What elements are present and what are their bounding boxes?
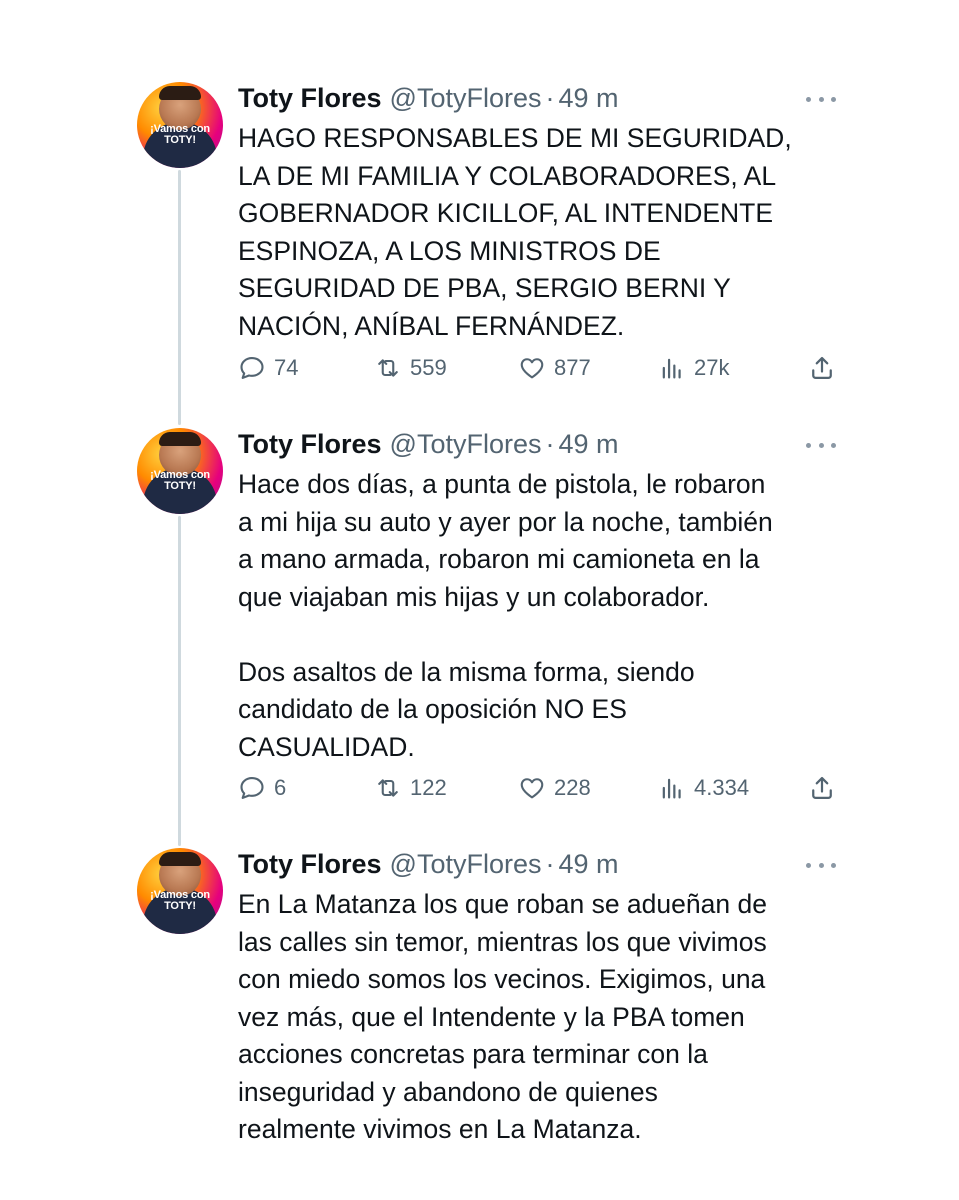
retweet-button[interactable]: 122 <box>374 772 447 804</box>
avatar-slogan: ¡Vamos con TOTY! <box>150 469 210 492</box>
author-name[interactable]: Toty Flores <box>238 848 382 880</box>
reply-count: 74 <box>274 355 299 380</box>
tweet-text: En La Matanza los que roban se adueñan d… <box>238 889 767 1144</box>
like-count: 877 <box>554 355 591 380</box>
reply-button[interactable]: 6 <box>238 772 286 804</box>
separator-dot: · <box>545 83 555 113</box>
avatar[interactable]: ¡Vamos con TOTY! <box>137 848 223 934</box>
author-handle[interactable]: @TotyFlores <box>390 428 542 460</box>
views-button[interactable]: 27k <box>658 352 729 384</box>
reply-icon <box>240 777 264 799</box>
share-button[interactable] <box>808 352 844 384</box>
author-name[interactable]: Toty Flores <box>238 428 382 460</box>
separator-dot: · <box>545 849 555 879</box>
tweet-header: Toty Flores @TotyFlores · 49 m <box>238 428 619 460</box>
author-name[interactable]: Toty Flores <box>238 82 382 114</box>
separator-dot: · <box>545 429 555 459</box>
views-button[interactable]: 4.334 <box>658 772 749 804</box>
views-count: 4.334 <box>694 775 750 800</box>
tweet-text: Hace dos días, a punta de pistola, le ro… <box>238 469 773 762</box>
thread-line <box>178 170 181 425</box>
avatar-slogan: ¡Vamos con TOTY! <box>150 889 210 912</box>
retweet-button[interactable]: 559 <box>374 352 447 384</box>
timestamp[interactable]: 49 m <box>558 428 618 460</box>
avatar[interactable]: ¡Vamos con TOTY! <box>137 82 223 168</box>
author-handle[interactable]: @TotyFlores <box>390 82 542 114</box>
timestamp[interactable]: 49 m <box>558 82 618 114</box>
retweet-count: 122 <box>410 775 447 800</box>
avatar[interactable]: ¡Vamos con TOTY! <box>137 428 223 514</box>
tweet-header: Toty Flores @TotyFlores · 49 m <box>238 82 619 114</box>
reply-count: 6 <box>274 775 287 800</box>
share-icon <box>812 776 832 800</box>
avatar-slogan: ¡Vamos con TOTY! <box>150 123 210 146</box>
retweet-icon <box>378 359 398 377</box>
heart-icon <box>520 358 544 379</box>
avatar-hair <box>159 852 201 866</box>
tweet-header: Toty Flores @TotyFlores · 49 m <box>238 848 619 880</box>
avatar-hair <box>159 86 201 100</box>
reply-button[interactable]: 74 <box>238 352 298 384</box>
tweet-text: HAGO RESPONSABLES DE MI SEGURIDAD, LA DE… <box>238 123 792 341</box>
more-icon[interactable] <box>806 441 836 449</box>
thread-line <box>178 516 181 846</box>
share-button[interactable] <box>808 772 844 804</box>
reply-icon <box>240 357 264 379</box>
like-count: 228 <box>554 775 591 800</box>
more-icon[interactable] <box>806 95 836 103</box>
tweet-actions: 74 559 877 27k <box>238 352 848 384</box>
retweet-count: 559 <box>410 355 447 380</box>
retweet-icon <box>378 779 398 797</box>
heart-icon <box>520 778 544 799</box>
share-icon <box>812 356 832 380</box>
views-icon <box>662 778 681 799</box>
author-handle[interactable]: @TotyFlores <box>390 848 542 880</box>
like-button[interactable]: 877 <box>518 352 591 384</box>
timestamp[interactable]: 49 m <box>558 848 618 880</box>
avatar-hair <box>159 432 201 446</box>
like-button[interactable]: 228 <box>518 772 591 804</box>
views-icon <box>662 358 681 379</box>
more-icon[interactable] <box>806 861 836 869</box>
views-count: 27k <box>694 355 730 380</box>
tweet-actions: 6 122 228 4.334 <box>238 772 848 804</box>
